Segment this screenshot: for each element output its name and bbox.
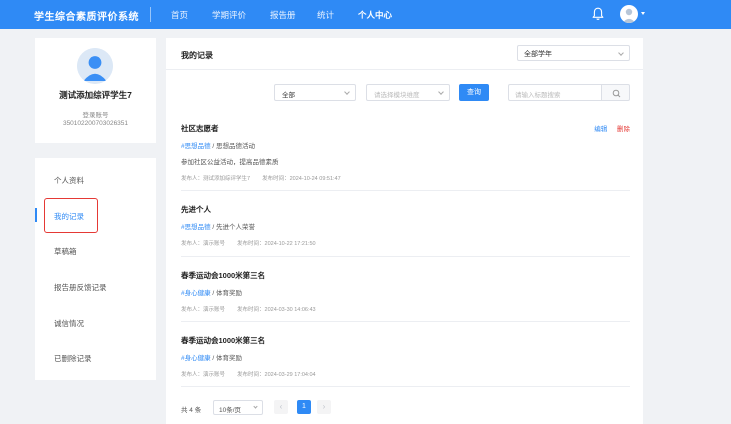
- app-title: 学生综合素质评价系统: [34, 12, 139, 23]
- record-description: 参加社区公益活动，提高品德素质: [181, 159, 279, 166]
- sidebar-item-integrity[interactable]: 诚信情况: [54, 318, 84, 329]
- publisher: 演示账号: [203, 307, 226, 313]
- delete-button[interactable]: 删除: [617, 126, 630, 133]
- user-avatar-icon[interactable]: [620, 5, 638, 23]
- year-select-value: 全部学年: [524, 51, 552, 58]
- user-menu-caret-icon[interactable]: [641, 12, 645, 15]
- record-tag[interactable]: #身心健康: [181, 290, 211, 297]
- profile-card: 测试添加综评学生7 登录账号 350102200703026351: [35, 38, 156, 143]
- record-subcategory: / 先进个人荣誉: [210, 224, 256, 231]
- prev-page-button[interactable]: ‹: [274, 400, 288, 414]
- page-title: 我的记录: [181, 51, 213, 60]
- record-meta: 发布人：演示账号 发布时间：2024-03-29 17:04:04: [181, 370, 630, 378]
- avatar: [77, 48, 113, 84]
- query-button[interactable]: 查询: [459, 84, 489, 101]
- bell-icon[interactable]: [592, 7, 604, 21]
- sidebar-item-drafts[interactable]: 草稿箱: [54, 246, 77, 257]
- publish-time: 2024-03-29 17:04:04: [264, 372, 316, 378]
- record-category: #身心健康 / 体育奖励: [181, 287, 630, 297]
- publisher: 演示账号: [203, 372, 226, 378]
- divider: [166, 69, 643, 70]
- chevron-down-icon: [253, 404, 258, 409]
- time-label: 发布时间：: [262, 176, 290, 182]
- record-meta: 发布人：演示账号 发布时间：2024-03-30 14:06:43: [181, 305, 630, 313]
- publisher-label: 发布人：: [181, 372, 204, 378]
- next-page-button[interactable]: ›: [317, 400, 331, 414]
- record-title: 春季运动会1000米第三名: [181, 271, 266, 280]
- nav-divider: [150, 7, 151, 22]
- record-subcategory: / 思想品德活动: [210, 143, 256, 150]
- chevron-down-icon: [438, 89, 444, 95]
- record-tag[interactable]: #身心健康: [181, 355, 211, 362]
- publisher-label: 发布人：: [181, 241, 204, 247]
- publish-time: 2024-10-22 17:21:50: [264, 241, 316, 247]
- top-navbar: 学生综合素质评价系统 首页 学期评价 报告册 统计 个人中心: [0, 0, 731, 29]
- highlight-box: [44, 198, 98, 233]
- record-tag[interactable]: #思想品德: [181, 143, 211, 150]
- sidebar-menu: 个人资料 我的记录 草稿箱 报告册反馈记录 诚信情况 已删除记录: [35, 158, 156, 380]
- record-meta: 发布人：演示账号 发布时间：2024-10-22 17:21:50: [181, 239, 630, 247]
- profile-name: 测试添加综评学生7: [59, 90, 132, 100]
- record-title: 先进个人: [181, 205, 211, 214]
- record-tag[interactable]: #思想品德: [181, 224, 211, 231]
- time-label: 发布时间：: [237, 241, 265, 247]
- divider: [181, 256, 630, 257]
- record-actions: 编辑 删除: [594, 123, 630, 133]
- nav-term-evaluation[interactable]: 学期评价: [212, 9, 246, 21]
- search-icon: [612, 89, 621, 98]
- category-select-value: 全部: [282, 92, 295, 99]
- account-number: 350102200703026351: [62, 120, 129, 127]
- publish-time: 2024-10-24 09:51:47: [289, 176, 341, 182]
- sidebar-item-deleted-records[interactable]: 已删除记录: [54, 353, 92, 364]
- edit-button[interactable]: 编辑: [594, 126, 607, 133]
- publisher-label: 发布人：: [181, 176, 204, 182]
- main-panel: 我的记录 全部学年 全部 请选择模块维度 查询 请输入标题搜索 社区志愿者 #思…: [166, 38, 643, 424]
- page-size-select[interactable]: 10条/页: [213, 400, 263, 415]
- search-input[interactable]: 请输入标题搜索: [508, 84, 601, 101]
- total-count: 共 4 条: [181, 407, 202, 414]
- time-label: 发布时间：: [237, 372, 265, 378]
- record-subcategory: / 体育奖励: [210, 355, 243, 362]
- publisher: 演示账号: [203, 241, 226, 247]
- category-select[interactable]: 全部: [274, 84, 356, 101]
- page-size-value: 10条/页: [219, 407, 242, 414]
- chevron-down-icon: [344, 89, 350, 95]
- record-item[interactable]: 社区志愿者 #思想品德 / 思想品德活动 参加社区公益活动，提高品德素质 发布人…: [181, 123, 630, 182]
- record-category: #思想品德 / 思想品德活动: [181, 140, 630, 150]
- sidebar-item-profile[interactable]: 个人资料: [54, 175, 84, 186]
- record-item[interactable]: 春季运动会1000米第三名 #身心健康 / 体育奖励 发布人：演示账号 发布时间：…: [181, 270, 630, 313]
- record-subcategory: / 体育奖励: [210, 290, 243, 297]
- divider: [181, 386, 630, 387]
- module-select[interactable]: 请选择模块维度: [366, 84, 450, 101]
- divider: [181, 321, 630, 322]
- nav-personal-center[interactable]: 个人中心: [358, 9, 392, 21]
- record-category: #思想品德 / 先进个人荣誉: [181, 221, 630, 231]
- record-category: #身心健康 / 体育奖励: [181, 352, 630, 362]
- record-title: 春季运动会1000米第三名: [181, 336, 266, 345]
- divider: [181, 190, 630, 191]
- nav-home[interactable]: 首页: [171, 9, 188, 21]
- publish-time: 2024-03-30 14:06:43: [264, 307, 316, 313]
- publisher: 测试添加综评学生7: [203, 176, 251, 182]
- search-button[interactable]: [601, 84, 630, 101]
- time-label: 发布时间：: [237, 307, 265, 313]
- record-item[interactable]: 春季运动会1000米第三名 #身心健康 / 体育奖励 发布人：演示账号 发布时间：…: [181, 335, 630, 378]
- module-select-placeholder: 请选择模块维度: [374, 92, 420, 99]
- record-title: 社区志愿者: [181, 124, 219, 133]
- year-select[interactable]: 全部学年: [517, 45, 630, 61]
- sidebar-item-report-feedback[interactable]: 报告册反馈记录: [54, 282, 107, 293]
- page-number-1[interactable]: 1: [297, 400, 311, 414]
- nav-statistics[interactable]: 统计: [317, 9, 334, 21]
- record-item[interactable]: 先进个人 #思想品德 / 先进个人荣誉 发布人：演示账号 发布时间：2024-10…: [181, 204, 630, 247]
- publisher-label: 发布人：: [181, 307, 204, 313]
- record-meta: 发布人：测试添加综评学生7 发布时间：2024-10-24 09:51:47: [181, 174, 630, 182]
- chevron-down-icon: [618, 50, 624, 56]
- account-label: 登录账号: [82, 112, 109, 119]
- active-indicator: [35, 208, 37, 222]
- nav-report[interactable]: 报告册: [270, 9, 296, 21]
